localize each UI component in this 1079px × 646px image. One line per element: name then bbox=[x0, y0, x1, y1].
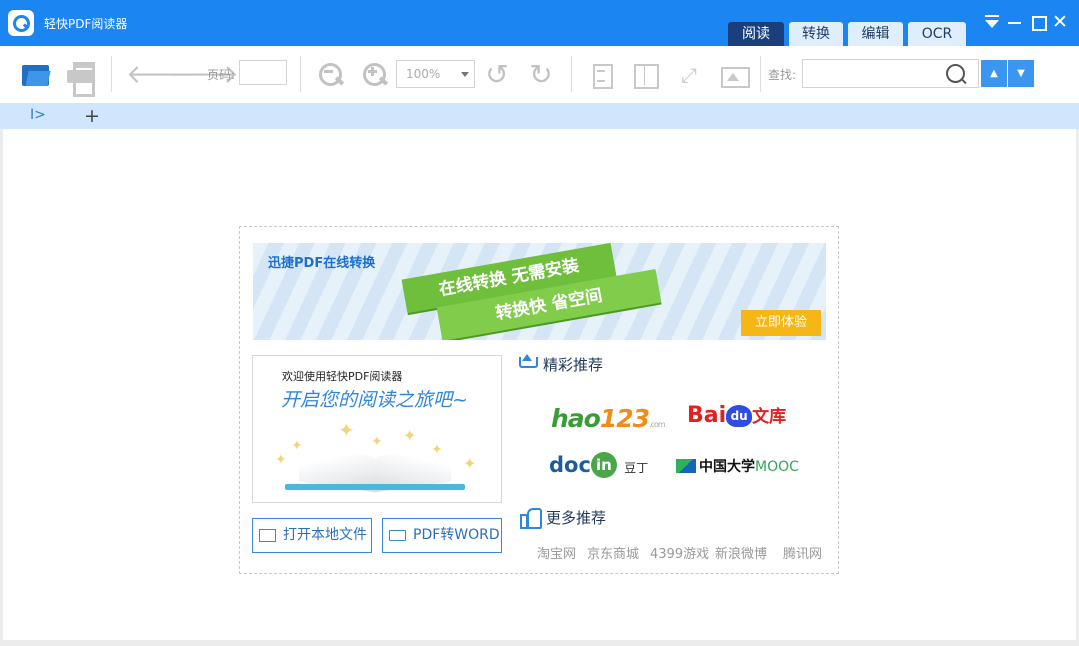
rotate-right-icon[interactable]: ↻ bbox=[526, 60, 556, 90]
tab-edit[interactable]: 编辑 bbox=[848, 22, 903, 46]
sparkle-icon: ✦ bbox=[463, 454, 477, 473]
close-icon[interactable]: ✕ bbox=[1050, 12, 1070, 32]
maximize-icon[interactable] bbox=[1028, 12, 1048, 32]
document-tab-strip: I> + bbox=[0, 104, 1079, 129]
open-plus-icon: + bbox=[39, 75, 48, 86]
forward-arrow-icon[interactable]: 🡒 bbox=[169, 60, 239, 90]
print-icon[interactable] bbox=[66, 60, 96, 97]
crown-icon bbox=[517, 353, 538, 371]
single-page-icon[interactable] bbox=[586, 60, 616, 90]
open-book-icon bbox=[285, 445, 465, 493]
menu-dropdown-icon[interactable] bbox=[982, 12, 1002, 32]
hao123-logo[interactable]: hao123.com bbox=[551, 404, 666, 433]
link-4399[interactable]: 4399游戏 bbox=[650, 543, 709, 562]
folder-icon bbox=[259, 529, 276, 542]
toolbar-divider bbox=[760, 56, 761, 92]
fullscreen-icon[interactable]: ⤢ bbox=[674, 60, 704, 90]
search-icon[interactable] bbox=[946, 64, 968, 86]
sidebar-toggle-icon[interactable]: I> bbox=[30, 107, 46, 123]
sparkle-icon: ✦ bbox=[371, 434, 383, 450]
zoom-select[interactable]: 100% bbox=[396, 60, 475, 88]
minimize-icon[interactable] bbox=[1005, 12, 1025, 32]
page-label: 页码: bbox=[207, 68, 236, 82]
open-folder-icon[interactable]: + bbox=[20, 60, 50, 90]
sparkle-icon: ✦ bbox=[403, 426, 417, 445]
zoom-out-icon[interactable] bbox=[316, 60, 346, 90]
toolbar-divider bbox=[111, 56, 112, 92]
tab-convert[interactable]: 转换 bbox=[789, 22, 843, 46]
link-jd[interactable]: 京东商城 bbox=[587, 543, 639, 562]
find-label: 查找: bbox=[768, 68, 797, 82]
tab-ocr[interactable]: OCR bbox=[908, 22, 966, 46]
search-next-button[interactable]: ▼ bbox=[1008, 60, 1034, 87]
link-weibo[interactable]: 新浪微博 bbox=[715, 543, 767, 562]
baidu-wenku-logo[interactable]: Bai du 文库 bbox=[687, 402, 786, 428]
search-prev-button[interactable]: ▲ bbox=[981, 60, 1007, 87]
back-arrow-icon[interactable]: 🡐 bbox=[126, 60, 196, 90]
app-logo-icon bbox=[8, 10, 34, 36]
welcome-text: 欢迎使用轻快PDF阅读器 bbox=[282, 370, 403, 383]
link-qq[interactable]: 腾讯网 bbox=[783, 543, 822, 562]
rotate-left-icon[interactable]: ↺ bbox=[482, 60, 512, 90]
zoom-in-icon[interactable] bbox=[360, 60, 390, 90]
docin-logo[interactable]: doc in 豆丁 bbox=[549, 452, 648, 478]
app-title: 轻快PDF阅读器 bbox=[44, 17, 128, 31]
open-local-file-button[interactable]: 打开本地文件 bbox=[252, 518, 372, 553]
more-title: 更多推荐 bbox=[546, 509, 607, 527]
open-local-file-label: 打开本地文件 bbox=[283, 527, 367, 543]
try-now-button[interactable]: 立即体验 bbox=[741, 310, 821, 336]
toolbar-divider bbox=[300, 56, 301, 92]
pdf-to-word-label: PDF转WORD bbox=[413, 527, 500, 543]
convert-icon bbox=[389, 530, 406, 541]
promo-banner[interactable]: 迅捷PDF在线转换 在线转换 无需安装 转换快 省空间 立即体验 bbox=[253, 243, 826, 340]
toolbar: + 🡐 🡒 页码: 100% ↺ ↻ ⤢ 查找: ▲ ▼ bbox=[0, 46, 1079, 104]
featured-title: 精彩推荐 bbox=[543, 356, 604, 374]
zoom-value: 100% bbox=[406, 67, 441, 81]
welcome-card: 欢迎使用轻快PDF阅读器 开启您的阅读之旅吧~ ✦ ✦ ✦ ✦ ✦ ✦ ✦ bbox=[252, 355, 502, 503]
sparkle-icon: ✦ bbox=[338, 418, 355, 442]
title-bar: 轻快PDF阅读器 阅读 转换 编辑 OCR ✕ bbox=[0, 0, 1079, 46]
page-number-input[interactable] bbox=[239, 60, 287, 85]
pdf-to-word-button[interactable]: PDF转WORD bbox=[382, 518, 502, 553]
china-mooc-logo[interactable]: 中国大学MOOC bbox=[676, 456, 799, 476]
welcome-slogan: 开启您的阅读之旅吧~ bbox=[281, 389, 468, 411]
chevron-down-icon bbox=[461, 72, 469, 77]
thumbs-up-icon bbox=[520, 506, 542, 529]
link-taobao[interactable]: 淘宝网 bbox=[537, 543, 576, 562]
banner-title: 迅捷PDF在线转换 bbox=[268, 256, 376, 271]
double-page-icon[interactable] bbox=[630, 60, 660, 90]
mooc-mark-icon bbox=[676, 459, 696, 473]
tab-read[interactable]: 阅读 bbox=[728, 22, 784, 46]
new-tab-icon[interactable]: + bbox=[84, 105, 100, 127]
toolbar-divider bbox=[571, 56, 572, 92]
image-icon[interactable] bbox=[718, 60, 750, 90]
